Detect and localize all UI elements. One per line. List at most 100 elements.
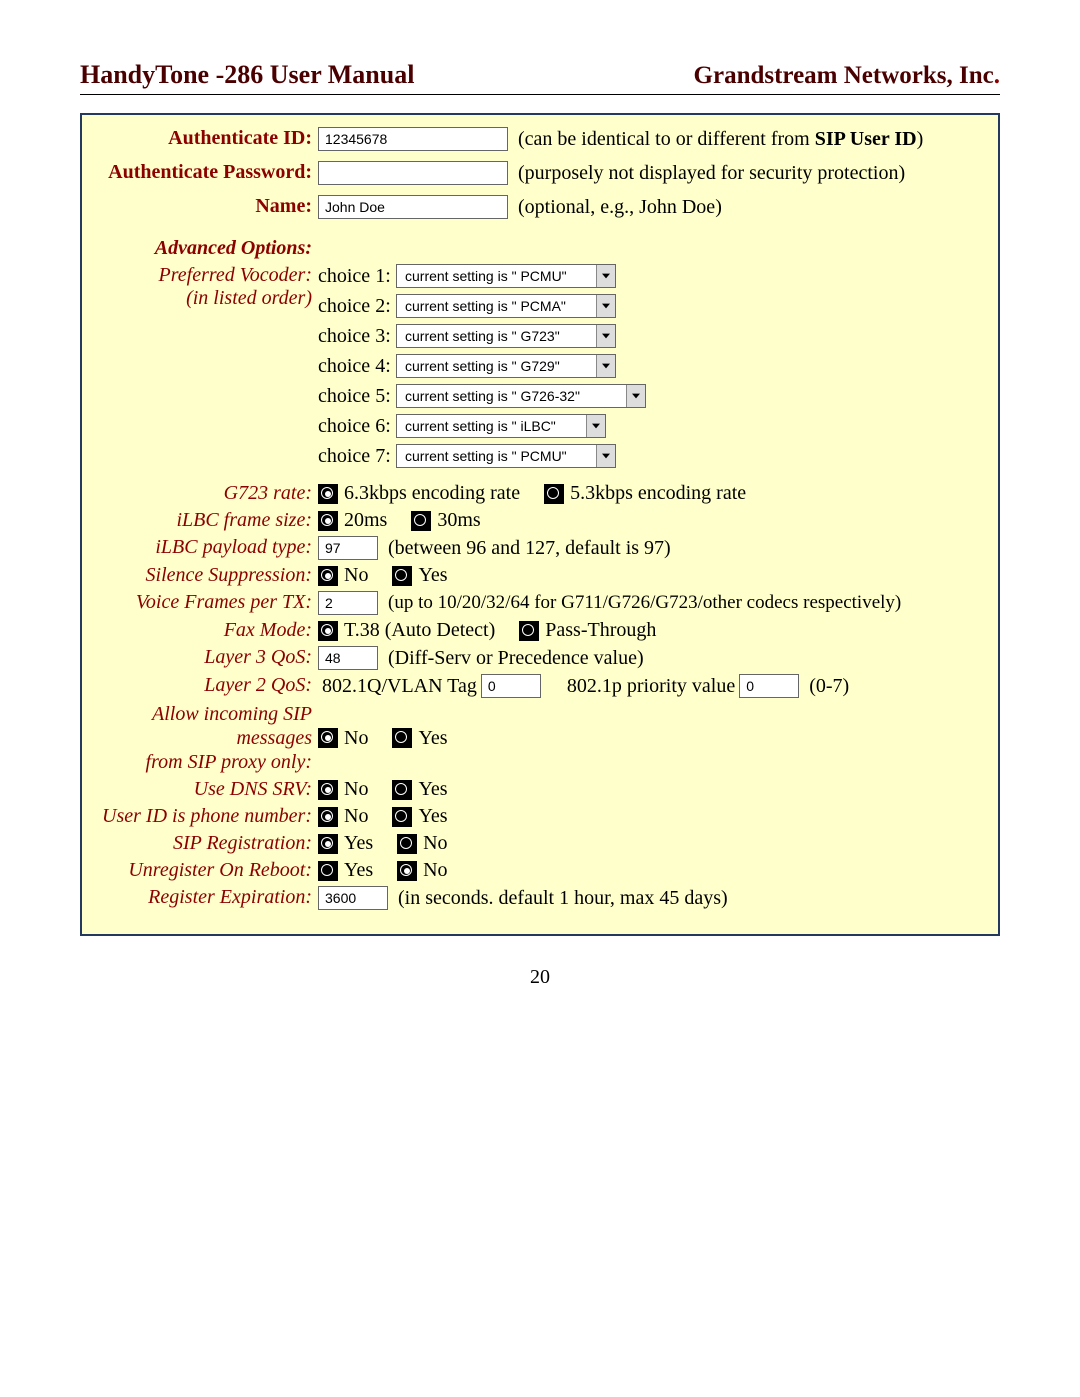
authenticate-password-input[interactable]	[318, 161, 508, 185]
chevron-down-icon[interactable]	[596, 295, 615, 317]
name-note: (optional, e.g., John Doe)	[518, 196, 722, 219]
chevron-down-icon[interactable]	[596, 265, 615, 287]
advanced-options-heading: Advanced Options:	[92, 237, 318, 260]
voice-frames-input[interactable]	[318, 591, 378, 615]
dns-srv-yes-label: Yes	[418, 778, 447, 801]
authenticate-id-input[interactable]	[318, 127, 508, 151]
vocoder-choice-6-label: choice 6:	[318, 415, 396, 438]
allow-sip-yes-radio[interactable]	[392, 728, 412, 748]
vocoder-choice-1-select[interactable]: current setting is " PCMU"	[396, 264, 616, 288]
ilbc-20ms-radio[interactable]	[318, 511, 338, 531]
name-label: Name:	[92, 195, 318, 218]
vocoder-choice-5-select[interactable]: current setting is " G726-32"	[396, 384, 646, 408]
dns-srv-no-radio[interactable]	[318, 780, 338, 800]
userid-phone-no-radio[interactable]	[318, 807, 338, 827]
ilbc-frame-size-label: iLBC frame size:	[92, 509, 318, 532]
silence-suppression-label: Silence Suppression:	[92, 564, 318, 587]
sipreg-yes-label: Yes	[344, 832, 373, 855]
allow-sip-proxy-label: Allow incoming SIP messages from SIP pro…	[92, 702, 318, 774]
vocoder-choice-3-label: choice 3:	[318, 325, 396, 348]
g723-53-label: 5.3kbps encoding rate	[570, 482, 746, 505]
ilbc-payload-type-label: iLBC payload type:	[92, 536, 318, 559]
g723-rate-label: G723 rate:	[92, 482, 318, 505]
chevron-down-icon[interactable]	[596, 445, 615, 467]
company-name: Grandstream Networks, Inc.	[694, 62, 1000, 90]
chevron-down-icon[interactable]	[596, 325, 615, 347]
fax-passthrough-label: Pass-Through	[545, 619, 656, 642]
page-number: 20	[80, 966, 1000, 989]
g723-53-radio[interactable]	[544, 484, 564, 504]
vocoder-choice-1-label: choice 1:	[318, 265, 396, 288]
vocoder-choice-2-select[interactable]: current setting is " PCMA"	[396, 294, 616, 318]
register-expiration-label: Register Expiration:	[92, 886, 318, 909]
userid-phone-label: User ID is phone number:	[92, 805, 318, 828]
vocoder-choice-5-label: choice 5:	[318, 385, 396, 408]
vocoder-choice-7-label: choice 7:	[318, 445, 396, 468]
ilbc-payload-type-input[interactable]	[318, 536, 378, 560]
layer3-qos-input[interactable]	[318, 646, 378, 670]
unreg-yes-label: Yes	[344, 859, 373, 882]
sipreg-no-radio[interactable]	[397, 834, 417, 854]
ilbc-30ms-radio[interactable]	[411, 511, 431, 531]
sipreg-no-label: No	[423, 832, 447, 855]
fax-passthrough-radio[interactable]	[519, 621, 539, 641]
unregister-reboot-label: Unregister On Reboot:	[92, 859, 318, 882]
allow-sip-yes-label: Yes	[418, 727, 447, 750]
vocoder-choice-4-select[interactable]: current setting is " G729"	[396, 354, 616, 378]
name-input[interactable]	[318, 195, 508, 219]
voice-frames-note: (up to 10/20/32/64 for G711/G726/G723/ot…	[388, 592, 901, 614]
vocoder-choice-2-label: choice 2:	[318, 295, 396, 318]
sip-registration-label: SIP Registration:	[92, 832, 318, 855]
fax-t38-label: T.38 (Auto Detect)	[344, 619, 495, 642]
userid-phone-yes-label: Yes	[418, 805, 447, 828]
ilbc-20ms-label: 20ms	[344, 509, 387, 532]
chevron-down-icon[interactable]	[596, 355, 615, 377]
silence-yes-label: Yes	[418, 564, 447, 587]
register-expiration-note: (in seconds. default 1 hour, max 45 days…	[398, 887, 728, 910]
fax-t38-radio[interactable]	[318, 621, 338, 641]
vocoder-choice-4-label: choice 4:	[318, 355, 396, 378]
userid-phone-no-label: No	[344, 805, 368, 828]
layer3-qos-note: (Diff-Serv or Precedence value)	[388, 647, 644, 670]
page-header: HandyTone -286 User Manual Grandstream N…	[80, 60, 1000, 95]
priority-value-input[interactable]	[739, 674, 799, 698]
fax-mode-label: Fax Mode:	[92, 619, 318, 642]
silence-no-radio[interactable]	[318, 566, 338, 586]
priority-value-note: (0-7)	[809, 675, 849, 698]
allow-sip-no-label: No	[344, 727, 368, 750]
sipreg-yes-radio[interactable]	[318, 834, 338, 854]
vlan-tag-label: 802.1Q/VLAN Tag	[322, 675, 477, 698]
vocoder-choice-7-select[interactable]: current setting is " PCMU"	[396, 444, 616, 468]
layer3-qos-label: Layer 3 QoS:	[92, 646, 318, 669]
vocoder-choice-6-select[interactable]: current setting is " iLBC"	[396, 414, 606, 438]
chevron-down-icon[interactable]	[586, 415, 605, 437]
config-form: Authenticate ID: (can be identical to or…	[80, 113, 1000, 936]
authenticate-password-label: Authenticate Password:	[92, 161, 318, 184]
authenticate-id-note: (can be identical to or different from S…	[518, 128, 923, 151]
authenticate-password-note: (purposely not displayed for security pr…	[518, 162, 905, 185]
vocoder-choice-3-select[interactable]: current setting is " G723"	[396, 324, 616, 348]
register-expiration-input[interactable]	[318, 886, 388, 910]
dns-srv-no-label: No	[344, 778, 368, 801]
unreg-yes-radio[interactable]	[318, 861, 338, 881]
priority-value-label: 802.1p priority value	[567, 675, 735, 698]
g723-63-label: 6.3kbps encoding rate	[344, 482, 520, 505]
ilbc-payload-type-note: (between 96 and 127, default is 97)	[388, 537, 671, 560]
layer2-qos-label: Layer 2 QoS:	[92, 674, 318, 697]
manual-title: HandyTone -286 User Manual	[80, 60, 414, 90]
unreg-no-label: No	[423, 859, 447, 882]
voice-frames-label: Voice Frames per TX:	[92, 591, 318, 614]
silence-no-label: No	[344, 564, 368, 587]
userid-phone-yes-radio[interactable]	[392, 807, 412, 827]
dns-srv-label: Use DNS SRV:	[92, 778, 318, 801]
chevron-down-icon[interactable]	[626, 385, 645, 407]
allow-sip-no-radio[interactable]	[318, 728, 338, 748]
unreg-no-radio[interactable]	[397, 861, 417, 881]
silence-yes-radio[interactable]	[392, 566, 412, 586]
ilbc-30ms-label: 30ms	[437, 509, 480, 532]
preferred-vocoder-label: Preferred Vocoder: (in listed order)	[92, 264, 318, 310]
vlan-tag-input[interactable]	[481, 674, 541, 698]
dns-srv-yes-radio[interactable]	[392, 780, 412, 800]
g723-63-radio[interactable]	[318, 484, 338, 504]
authenticate-id-label: Authenticate ID:	[92, 127, 318, 150]
